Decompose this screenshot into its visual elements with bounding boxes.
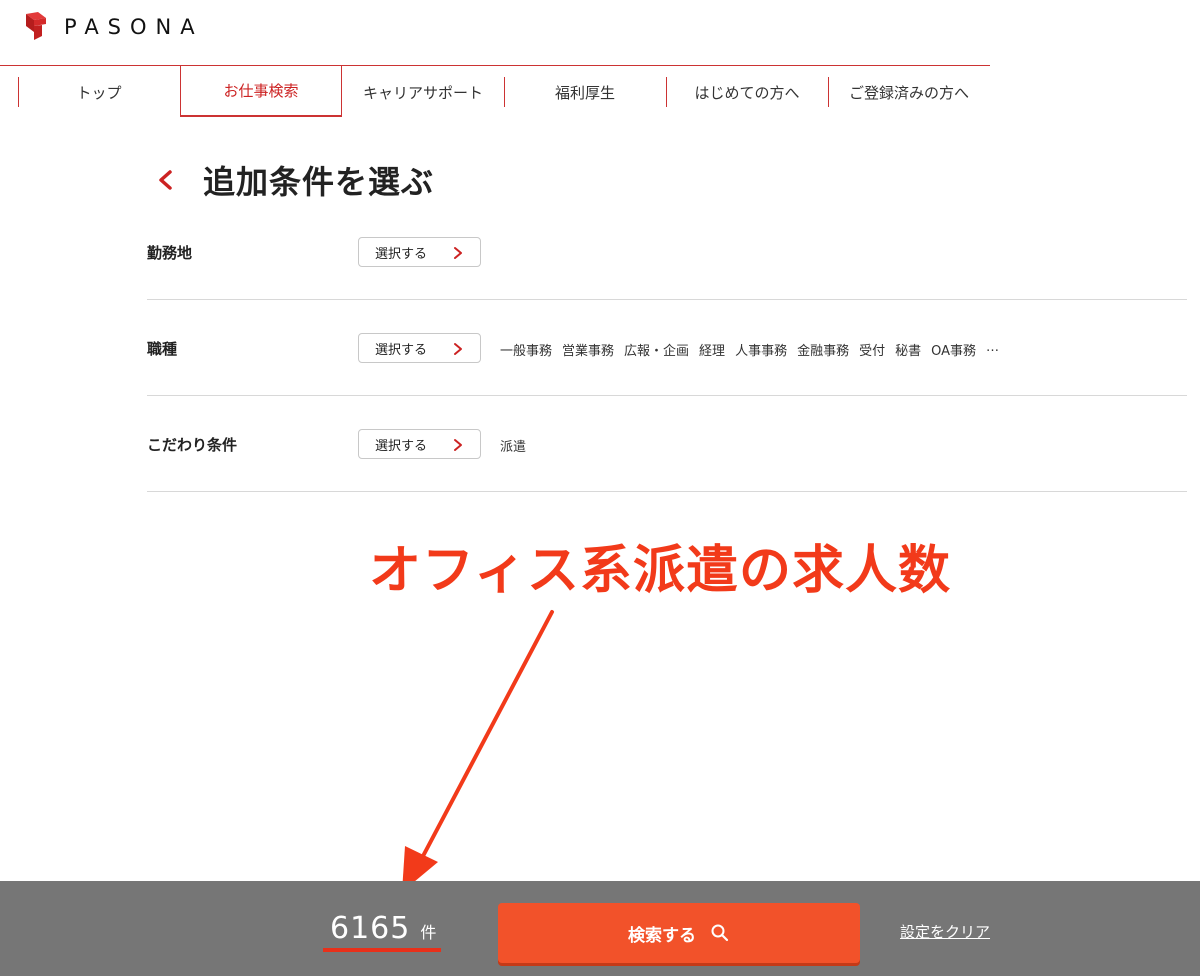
preference-tag: 派遣 <box>500 440 527 455</box>
nav-item-label: はじめての方へ <box>694 83 800 102</box>
nav-item-first-time[interactable]: はじめての方へ <box>666 66 828 118</box>
nav-separator <box>18 77 19 107</box>
nav-separator <box>666 77 667 107</box>
search-button-label: 検索する <box>628 925 696 946</box>
clear-settings-link[interactable]: 設定をクリア <box>900 921 990 942</box>
job-type-tag: 営業事務 <box>562 344 615 359</box>
job-type-tag: 金融事務 <box>797 344 850 359</box>
select-button-label: 選択する <box>375 342 428 358</box>
nav-item-career-support[interactable]: キャリアサポート <box>342 66 504 118</box>
main-nav: トップ お仕事検索 キャリアサポート 福利厚生 はじめての方へ ご登録済みの方へ <box>0 65 990 117</box>
chevron-left-icon <box>159 170 172 190</box>
nav-item-registered[interactable]: ご登録済みの方へ <box>828 66 990 118</box>
selected-job-types: 一般事務 営業事務 広報・企画 経理 人事事務 金融事務 受付 秘書 OA事務 … <box>500 340 999 359</box>
job-type-tag: 一般事務 <box>500 344 553 359</box>
condition-label: 職種 <box>147 340 178 358</box>
nav-item-label: キャリアサポート <box>362 83 483 102</box>
search-footer-bar: 6165 件 検索する 設定をクリア <box>0 881 1200 976</box>
count-highlight-underline <box>323 948 441 952</box>
back-button[interactable] <box>150 160 182 200</box>
condition-label: 勤務地 <box>147 244 193 262</box>
job-type-tag: OA事務 <box>931 344 977 359</box>
job-type-tag: 経理 <box>699 344 726 359</box>
job-type-tag: 人事事務 <box>735 344 788 359</box>
nav-item-label: ご登録済みの方へ <box>848 83 969 102</box>
annotation-text: オフィス系派遣の求人数 <box>369 541 951 601</box>
nav-item-job-search[interactable]: お仕事検索 <box>180 65 342 117</box>
select-job-type-button[interactable]: 選択する <box>358 333 481 363</box>
nav-item-label: トップ <box>76 83 122 102</box>
chevron-right-icon <box>454 343 462 355</box>
job-type-tag: 秘書 <box>895 344 922 359</box>
ellipsis: … <box>986 340 1000 355</box>
pasona-logo-icon <box>24 12 48 42</box>
chevron-right-icon <box>454 247 462 259</box>
page-title: 追加条件を選ぶ <box>203 163 435 201</box>
condition-label: こだわり条件 <box>147 436 238 454</box>
job-type-tag: 広報・企画 <box>624 344 690 359</box>
chevron-right-icon <box>454 439 462 451</box>
nav-item-top[interactable]: トップ <box>18 66 180 118</box>
select-button-label: 選択する <box>375 246 428 262</box>
pasona-logo[interactable]: PASONA <box>24 12 204 42</box>
result-count-unit: 件 <box>420 923 437 942</box>
select-button-label: 選択する <box>375 438 428 454</box>
nav-item-label: お仕事検索 <box>223 81 299 100</box>
result-count-number: 6165 <box>330 911 411 946</box>
search-icon <box>711 924 729 942</box>
condition-row-preferences: こだわり条件 選択する 派遣 <box>147 396 1187 492</box>
nav-item-welfare[interactable]: 福利厚生 <box>504 66 666 118</box>
condition-row-location: 勤務地 選択する <box>147 204 1187 300</box>
select-preferences-button[interactable]: 選択する <box>358 429 481 459</box>
nav-separator <box>828 77 829 107</box>
selected-preferences: 派遣 <box>500 436 526 455</box>
result-count: 6165 件 <box>330 911 436 946</box>
select-location-button[interactable]: 選択する <box>358 237 481 267</box>
search-button[interactable]: 検索する <box>498 903 860 963</box>
logo-text: PASONA <box>64 15 204 39</box>
condition-row-job-type: 職種 選択する 一般事務 営業事務 広報・企画 経理 人事事務 金融事務 受付 … <box>147 300 1187 396</box>
nav-separator <box>504 77 505 107</box>
job-type-tag: 受付 <box>859 344 886 359</box>
nav-item-label: 福利厚生 <box>554 83 615 102</box>
